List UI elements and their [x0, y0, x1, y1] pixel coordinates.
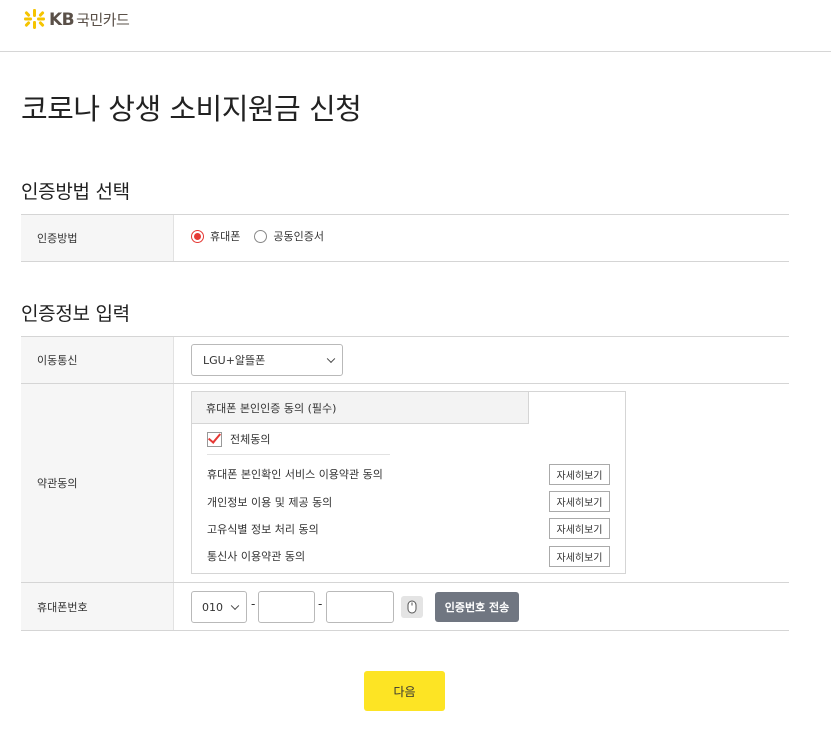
header: KB 국민카드 — [0, 0, 831, 52]
send-verification-button[interactable]: 인증번호 전송 — [435, 592, 519, 622]
phone-row: 휴대폰번호 010 - - 인증번호 전송 — [21, 583, 789, 631]
auth-method-table: 인증방법 휴대폰 공동인증서 — [21, 214, 789, 262]
chevron-down-icon — [326, 354, 336, 364]
agree-all[interactable]: 전체동의 — [207, 431, 270, 447]
radio-phone[interactable] — [191, 229, 204, 243]
carrier-label: 이동통신 — [21, 337, 174, 383]
auth-info-table: 이동통신 LGU+알뜰폰 약관동의 휴대폰 본인인증 동의 (필수) 전체동의 … — [21, 336, 789, 631]
radio-phone-label[interactable]: 휴대폰 — [210, 228, 240, 244]
phone-separator: - — [318, 597, 323, 611]
phone-prefix-value: 010 — [202, 600, 223, 614]
term-detail-button[interactable]: 자세히보기 — [549, 546, 610, 567]
terms-divider — [207, 454, 390, 455]
kb-star-icon — [24, 9, 45, 29]
auth-method-radio-group: 휴대폰 공동인증서 — [191, 228, 338, 244]
radio-dot — [194, 232, 201, 240]
auth-method-options-cell: 휴대폰 공동인증서 — [174, 215, 789, 261]
term-item-label: 통신사 이용약관 동의 — [207, 550, 306, 563]
term-item-label: 고유식별 정보 처리 동의 — [207, 523, 319, 536]
virtual-keyboard-mouse-icon[interactable] — [401, 596, 423, 618]
agree-all-label[interactable]: 전체동의 — [230, 431, 270, 447]
terms-label: 약관동의 — [21, 384, 174, 582]
chevron-down-icon — [230, 601, 240, 611]
carrier-cell: LGU+알뜰폰 — [174, 337, 789, 383]
logo-text: KB 국민카드 — [49, 9, 130, 30]
kb-logo[interactable]: KB 국민카드 — [22, 8, 130, 30]
auth-method-row: 인증방법 휴대폰 공동인증서 — [21, 215, 789, 262]
carrier-row: 이동통신 LGU+알뜰폰 — [21, 337, 789, 384]
auth-method-label: 인증방법 — [21, 215, 174, 261]
next-button[interactable]: 다음 — [364, 671, 445, 711]
phone-middle-input[interactable] — [258, 591, 315, 623]
term-detail-button[interactable]: 자세히보기 — [549, 464, 610, 485]
term-item-label: 개인정보 이용 및 제공 동의 — [207, 496, 333, 509]
section-title-auth-info: 인증정보 입력 — [21, 303, 130, 325]
terms-cell: 휴대폰 본인인증 동의 (필수) 전체동의 휴대폰 본인확인 서비스 이용약관 … — [174, 384, 789, 582]
term-detail-button[interactable]: 자세히보기 — [549, 518, 610, 539]
radio-certificate-label[interactable]: 공동인증서 — [273, 228, 324, 244]
terms-box: 휴대폰 본인인증 동의 (필수) 전체동의 휴대폰 본인확인 서비스 이용약관 … — [191, 391, 626, 574]
mouse-icon — [407, 600, 417, 614]
radio-certificate[interactable] — [254, 229, 268, 243]
logo-text-kr: 국민카드 — [76, 10, 130, 29]
phone-last-input[interactable] — [326, 591, 394, 623]
term-item-label: 휴대폰 본인확인 서비스 이용약관 동의 — [207, 468, 383, 481]
page-title: 코로나 상생 소비지원금 신청 — [21, 92, 362, 126]
phone-prefix-select[interactable]: 010 — [191, 591, 247, 623]
phone-separator: - — [251, 597, 256, 611]
section-title-auth-method: 인증방법 선택 — [21, 181, 130, 203]
carrier-select-value: LGU+알뜰폰 — [203, 354, 266, 367]
carrier-select[interactable]: LGU+알뜰폰 — [191, 344, 343, 376]
phone-cell: 010 - - 인증번호 전송 — [174, 583, 789, 630]
agree-all-checkbox[interactable] — [207, 431, 222, 447]
terms-row: 약관동의 휴대폰 본인인증 동의 (필수) 전체동의 휴대폰 본인확인 서비스 … — [21, 384, 789, 583]
phone-label: 휴대폰번호 — [21, 583, 174, 630]
terms-header: 휴대폰 본인인증 동의 (필수) — [192, 392, 529, 424]
term-detail-button[interactable]: 자세히보기 — [549, 491, 610, 512]
